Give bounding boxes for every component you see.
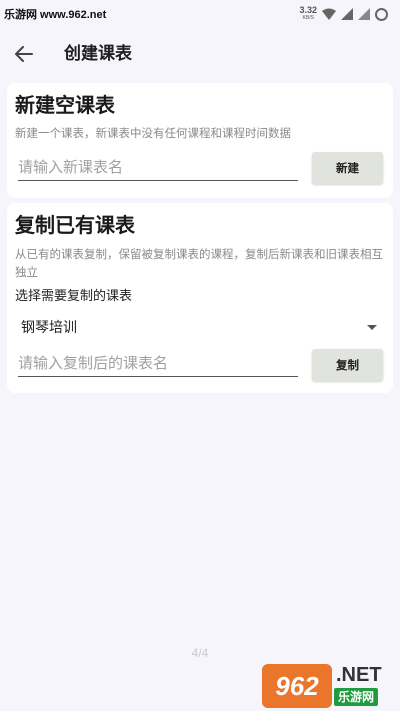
- select-label: 选择需要复制的课表: [15, 289, 133, 304]
- new-timetable-card: 新建空课表 新建一个课表，新课表中没有任何课程和课程时间数据 新建: [7, 83, 393, 198]
- network-speed: 3.32 KB/S: [299, 6, 317, 22]
- copy-card-title: 复制已有课表: [15, 213, 135, 237]
- copy-timetable-card: 复制已有课表 从已有的课表复制，保留被复制课表的课程，复制后新课表和旧课表相互独…: [7, 203, 393, 393]
- logo-net-text: .NET: [336, 664, 382, 686]
- copy-button[interactable]: 复制: [312, 349, 383, 381]
- new-card-title: 新建空课表: [15, 93, 115, 117]
- watermark-text: 乐游网 www.962.net: [4, 6, 106, 22]
- create-button[interactable]: 新建: [312, 152, 383, 184]
- status-icons: 3.32 KB/S: [299, 6, 388, 22]
- wifi-icon: [322, 8, 336, 20]
- timetable-select[interactable]: 钢琴培训: [21, 313, 381, 341]
- signal-icon: [341, 8, 353, 20]
- new-timetable-name-input[interactable]: [18, 155, 298, 181]
- page-title: 创建课表: [64, 44, 132, 64]
- new-card-description: 新建一个课表，新课表中没有任何课程和课程时间数据: [15, 126, 291, 140]
- copy-card-description: 从已有的课表复制，保留被复制课表的课程，复制后新课表和旧课表相互独立: [15, 247, 383, 279]
- back-button[interactable]: [12, 42, 36, 66]
- battery-icon: [375, 7, 388, 21]
- status-bar: 乐游网 www.962.net 3.32 KB/S: [0, 0, 400, 28]
- app-bar: 创建课表: [0, 28, 400, 80]
- speed-unit: KB/S: [302, 15, 314, 21]
- watermark-label: 乐游网 www.962.net: [4, 9, 107, 21]
- arrow-left-icon: [15, 46, 33, 62]
- speed-value: 3.32: [299, 5, 317, 15]
- signal-icon-2: [358, 8, 370, 20]
- dropdown-caret-icon: [367, 325, 377, 330]
- selected-timetable: 钢琴培训: [21, 320, 77, 336]
- logo-badge: 962: [262, 664, 332, 708]
- site-logo-watermark: 962 .NET 乐游网: [262, 664, 394, 708]
- copy-timetable-name-input[interactable]: [18, 351, 298, 377]
- page-indicator: 4/4: [191, 646, 209, 660]
- logo-cn-text: 乐游网: [334, 688, 379, 706]
